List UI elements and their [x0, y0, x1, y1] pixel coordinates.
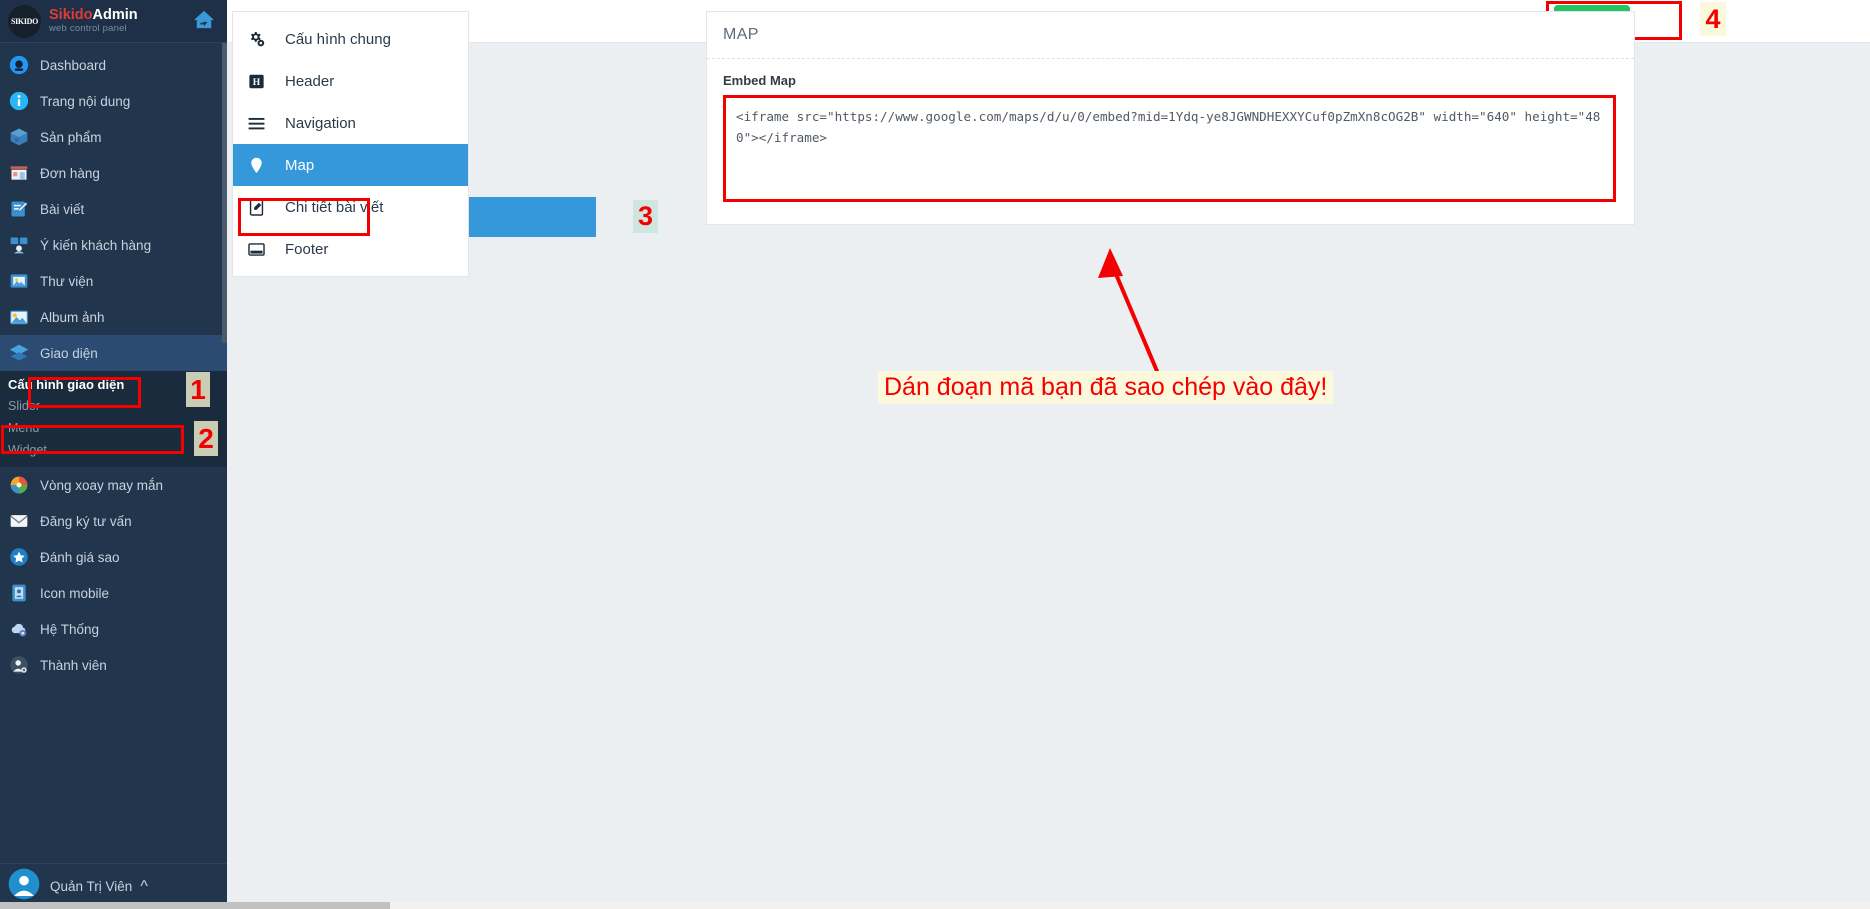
brand-subtitle: web control panel	[49, 23, 127, 35]
map-pin-icon	[247, 156, 271, 175]
sidebar-item-vong-xoay-may-man[interactable]: Vòng xoay may mắn	[0, 467, 227, 503]
brand-title-primary: Sikido	[49, 6, 93, 23]
sidebar-item-he-thong[interactable]: Hệ Thống	[0, 611, 227, 647]
sidebar-menu: Dashboard Trang nội dung Sản phẩm Đơn hà…	[0, 43, 227, 683]
sidebar-brand[interactable]: SIKIDO SikidoAdmin web control panel	[0, 0, 227, 43]
wheel-icon	[8, 474, 30, 496]
brand-title: SikidoAdmin	[49, 6, 138, 23]
svg-text:H: H	[253, 77, 261, 87]
sidebar-item-icon-mobile[interactable]: Icon mobile	[0, 575, 227, 611]
sidebar-item-dashboard[interactable]: Dashboard	[0, 47, 227, 83]
sidebar-user-label: Quản Trị Viên	[50, 879, 133, 894]
sidebar-item-label: Album ảnh	[40, 309, 105, 325]
sidebar-item-label: Thành viên	[40, 657, 107, 673]
horizontal-scrollbar[interactable]	[0, 902, 1870, 909]
map-panel: MAP Embed Map	[706, 11, 1635, 225]
hamburger-icon	[247, 114, 271, 133]
sidebar-subitem-label: Slider	[8, 399, 40, 413]
sidebar-item-label: Sản phẩm	[40, 129, 102, 145]
brand-logo-text: SIKIDO	[10, 16, 39, 26]
sidebar-item-bai-viet[interactable]: Bài viết	[0, 191, 227, 227]
home-icon[interactable]	[193, 10, 215, 35]
sidebar-item-danh-gia-sao[interactable]: Đánh giá sao	[0, 539, 227, 575]
sidebar-item-label: Dashboard	[40, 57, 107, 73]
sidebar-item-label: Đánh giá sao	[40, 549, 120, 565]
sidebar-subitem-menu[interactable]: Menu	[0, 417, 227, 439]
settings-menu: Cấu hình chung H Header Navigation Map C…	[232, 11, 469, 277]
admin-page: SIKIDO SikidoAdmin web control panel Das…	[0, 0, 1870, 909]
annotation-marker-1: 1	[186, 372, 210, 407]
settings-item-cau-hinh-chung[interactable]: Cấu hình chung	[233, 18, 468, 60]
annotation-callout: Dán đoạn mã bạn đã sao chép vào đây!	[878, 371, 1334, 404]
sidebar-item-don-hang[interactable]: Đơn hàng	[0, 155, 227, 191]
settings-item-label: Cấu hình chung	[285, 30, 391, 48]
settings-item-chi-tiet-bai-viet[interactable]: Chi tiết bài viết	[233, 186, 468, 228]
sidebar-item-dang-ky-tu-van[interactable]: Đăng ký tư vấn	[0, 503, 227, 539]
settings-item-label: Footer	[285, 240, 329, 258]
image-library-icon	[8, 270, 30, 292]
contact-card-icon	[8, 582, 30, 604]
settings-item-header[interactable]: H Header	[233, 60, 468, 102]
settings-item-label: Navigation	[285, 114, 356, 132]
user-gear-icon	[8, 654, 30, 676]
photo-album-icon	[8, 306, 30, 328]
header-icon: H	[247, 72, 271, 91]
sidebar-item-label: Icon mobile	[40, 585, 110, 601]
sidebar-item-label: Trang nội dung	[40, 93, 131, 109]
footer-icon	[247, 240, 271, 259]
settings-item-map-highlight-strip	[469, 197, 596, 237]
embed-map-textarea[interactable]	[723, 95, 1616, 202]
sidebar-item-thu-vien[interactable]: Thư viện	[0, 263, 227, 299]
annotation-marker-3: 3	[633, 200, 658, 233]
layers-icon	[8, 342, 30, 364]
brand-logo: SIKIDO	[8, 4, 41, 38]
sidebar-item-label: Đăng ký tư vấn	[40, 513, 132, 529]
cloud-gear-icon	[8, 618, 30, 640]
avatar	[8, 868, 40, 905]
horizontal-scrollbar-thumb[interactable]	[0, 902, 390, 909]
settings-item-map[interactable]: Map	[233, 144, 468, 186]
sidebar-item-label: Bài viết	[40, 201, 85, 217]
sidebar-subitem-label: Widget	[8, 443, 47, 457]
settings-item-label: Map	[285, 156, 315, 174]
store-icon	[8, 162, 30, 184]
embed-map-label: Embed Map	[723, 73, 796, 88]
envelope-icon	[8, 510, 30, 532]
settings-item-label: Chi tiết bài viết	[285, 198, 384, 216]
sidebar-item-label: Ý kiến khách hàng	[40, 237, 152, 253]
sidebar-item-label: Hệ Thống	[40, 621, 100, 637]
sidebar-item-trang-noi-dung[interactable]: Trang nội dung	[0, 83, 227, 119]
brand-title-secondary: Admin	[92, 6, 138, 23]
sidebar-subitem-widget[interactable]: Widget	[0, 439, 227, 461]
sidebar-item-label: Vòng xoay may mắn	[40, 477, 164, 493]
map-panel-body: Embed Map	[707, 59, 1634, 224]
sidebar: SIKIDO SikidoAdmin web control panel Das…	[0, 0, 227, 909]
settings-item-navigation[interactable]: Navigation	[233, 102, 468, 144]
settings-item-footer[interactable]: Footer	[233, 228, 468, 270]
annotation-marker-2: 2	[194, 421, 218, 456]
feedback-icon	[8, 234, 30, 256]
sidebar-item-san-pham[interactable]: Sản phẩm	[0, 119, 227, 155]
sidebar-subitem-label: Menu	[8, 421, 40, 435]
sidebar-item-label: Đơn hàng	[40, 165, 100, 181]
chevron-up-icon[interactable]: ^	[140, 878, 148, 896]
map-panel-title: MAP	[707, 12, 1634, 59]
sidebar-item-label: Thư viện	[40, 273, 94, 289]
article-icon	[247, 198, 271, 217]
annotation-marker-4: 4	[1700, 2, 1726, 36]
sidebar-item-thanh-vien[interactable]: Thành viên	[0, 647, 227, 683]
info-icon	[8, 90, 30, 112]
sidebar-item-giao-dien[interactable]: Giao diện	[0, 335, 227, 371]
settings-item-label: Header	[285, 72, 335, 90]
star-icon	[8, 546, 30, 568]
sidebar-item-y-kien-khach-hang[interactable]: Ý kiến khách hàng	[0, 227, 227, 263]
edit-note-icon	[8, 198, 30, 220]
box-icon	[8, 126, 30, 148]
sidebar-item-label: Giao diện	[40, 345, 98, 361]
sidebar-item-album-anh[interactable]: Album ảnh	[0, 299, 227, 335]
dashboard-icon	[8, 54, 30, 76]
sidebar-subitem-label: Cấu hình giao diện	[8, 376, 125, 392]
gears-icon	[247, 30, 271, 49]
